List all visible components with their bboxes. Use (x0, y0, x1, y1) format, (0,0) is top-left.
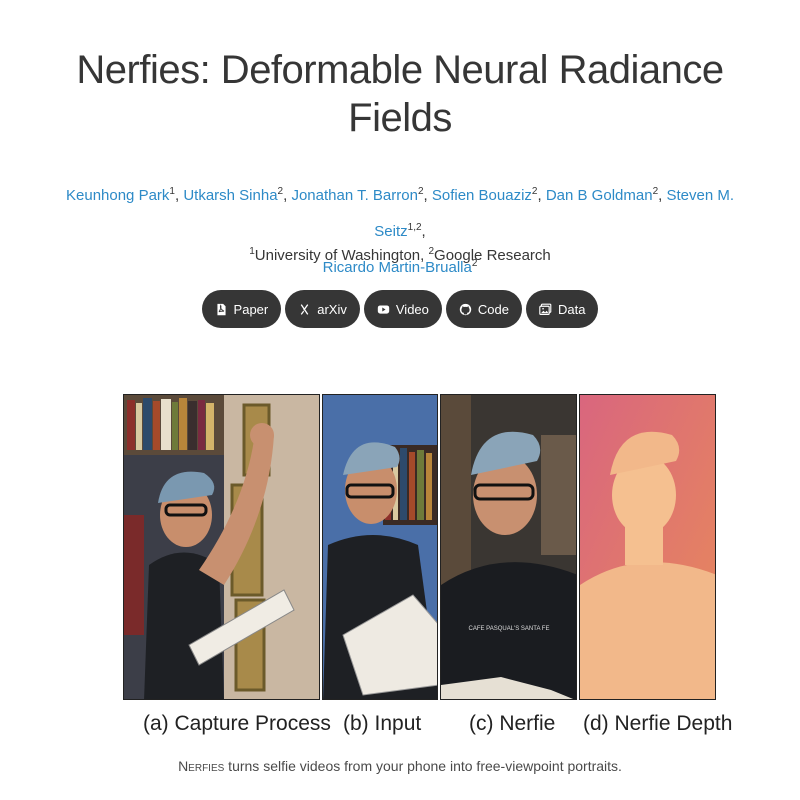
author-link[interactable]: Sofien Bouaziz (432, 187, 532, 204)
arxiv-button[interactable]: arXiv (285, 290, 360, 328)
author-sup: 1,2 (407, 222, 422, 233)
teaser-captions: (a) Capture Process (b) Input (c) Nerfie… (123, 712, 732, 742)
author-list: Keunhong Park1, Utkarsh Sinha2, Jonathan… (66, 186, 734, 276)
data-button[interactable]: Data (525, 290, 599, 328)
code-label: Code (477, 301, 509, 317)
caption-nerfie-depth: (d) Nerfie Depth (583, 712, 733, 735)
caption-capture-process: (a) Capture Process (143, 712, 331, 735)
github-icon (459, 303, 472, 315)
images-icon (539, 303, 552, 315)
pdf-icon (216, 303, 226, 315)
caption-input: (b) Input (343, 712, 422, 735)
nerfie-depth-image (579, 394, 716, 700)
author-link[interactable]: Utkarsh Sinha (183, 187, 277, 204)
affiliation-uw: University of Washington, (254, 247, 429, 264)
page-title: Nerfies: Deformable Neural Radiance Fiel… (0, 46, 800, 142)
data-label: Data (557, 301, 586, 317)
nerfie-image: CAFE PASQUAL'S SANTA FE (440, 394, 577, 700)
caption-nerfie: (c) Nerfie (469, 712, 556, 735)
video-label: Video (395, 301, 429, 317)
arxiv-label: arXiv (317, 301, 347, 317)
author-link[interactable]: Keunhong Park (66, 187, 169, 204)
affiliation-google: Google Research (434, 247, 551, 264)
video-button[interactable]: Video (363, 290, 442, 328)
author-link[interactable]: Jonathan T. Barron (291, 187, 417, 204)
subtitle-text: turns selfie videos from your phone into… (224, 758, 622, 774)
affiliations: 1University of Washington, 2Google Resea… (0, 246, 800, 264)
paper-label: Paper (233, 301, 269, 317)
capture-process-image (123, 394, 320, 700)
teaser-subtitle: Nerfies turns selfie videos from your ph… (0, 758, 800, 774)
teaser-figure: CAFE PASQUAL'S SANTA FE (123, 394, 716, 700)
input-image (322, 394, 438, 700)
youtube-icon (377, 304, 390, 314)
title-line-2: Fields (348, 96, 452, 140)
code-button[interactable]: Code (445, 290, 522, 328)
link-buttons: Paper arXiv Video Code Data (0, 290, 800, 328)
arxiv-icon (300, 303, 309, 315)
paper-button[interactable]: Paper (201, 290, 282, 328)
nerfies-name: Nerfies (178, 758, 225, 774)
author-link[interactable]: Dan B Goldman (546, 187, 653, 204)
title-line-1: Nerfies: Deformable Neural Radiance (76, 48, 724, 92)
shirt-text: CAFE PASQUAL'S SANTA FE (469, 626, 550, 632)
